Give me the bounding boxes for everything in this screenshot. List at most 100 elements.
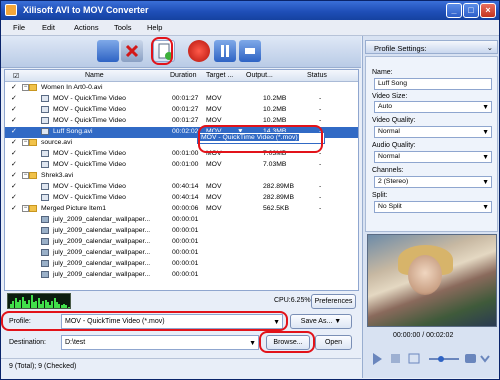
audio-quality-select[interactable]: Normal ▼ (374, 151, 492, 163)
play-icon[interactable] (373, 353, 382, 365)
row-checkbox[interactable]: ✓ (11, 84, 19, 92)
row-name: MOV - QuickTime Video (53, 194, 126, 201)
pause-icon[interactable] (214, 40, 236, 62)
row-checkbox[interactable] (11, 271, 19, 279)
expand-icon[interactable]: − (22, 205, 29, 212)
col-output[interactable]: Output... (246, 72, 273, 79)
split-select[interactable]: No Split ▼ (374, 201, 492, 213)
video-quality-select[interactable]: Normal ▼ (374, 126, 492, 138)
row-status: - (319, 205, 322, 212)
table-row[interactable]: ✓ − Women In Art0-0.avi (5, 83, 358, 94)
channels-select[interactable]: 2 (Stereo) ▼ (374, 176, 492, 188)
row-checkbox[interactable]: ✓ (11, 117, 19, 125)
save-as-label: Save As... (300, 318, 333, 325)
row-name: Luff Song.avi (53, 128, 93, 135)
row-checkbox[interactable]: ✓ (11, 106, 19, 114)
row-checkbox[interactable] (11, 249, 19, 257)
audio-quality-label: Audio Quality: (372, 142, 416, 149)
row-duration: 00:00:01 (172, 271, 199, 278)
chevron-down-icon[interactable] (480, 355, 490, 363)
target-format-option[interactable]: MOV - QuickTime Video (*.mov) (200, 134, 299, 141)
table-row[interactable]: ✓ − Merged Picture Item1 00:00:06 MOV 562.5KB… (5, 204, 358, 215)
table-row[interactable]: july_2009_calendar_wallpaper... 00:00:01 (5, 259, 358, 270)
row-checkbox[interactable] (11, 227, 19, 235)
profile-settings-header: Profile Settings: ⌄ (365, 40, 498, 54)
expand-icon[interactable]: − (22, 84, 29, 91)
row-checkbox[interactable] (11, 238, 19, 246)
table-row[interactable]: ✓ MOV - QuickTime Video 00:40:14 MOV 282.89M… (5, 182, 358, 193)
remove-icon[interactable] (121, 40, 143, 62)
browse-button[interactable]: Browse... (266, 335, 310, 350)
row-name: MOV - QuickTime Video (53, 106, 126, 113)
destination-field[interactable]: D:\test ▼ (61, 335, 259, 350)
row-checkbox[interactable]: ✓ (11, 172, 19, 180)
table-row[interactable]: july_2009_calendar_wallpaper... 00:00:01 (5, 215, 358, 226)
name-input[interactable]: Luff Song (374, 78, 492, 90)
row-checkbox[interactable]: ✓ (11, 161, 19, 169)
fullscreen-icon[interactable] (408, 353, 420, 364)
stop-icon[interactable] (239, 40, 261, 62)
row-target: MOV (206, 161, 222, 168)
table-row[interactable]: july_2009_calendar_wallpaper... 00:00:01 (5, 226, 358, 237)
status-bar: 9 (Total); 9 (Checked) (1, 358, 361, 378)
table-row[interactable]: ✓ MOV - QuickTime Video 00:40:14 MOV 282.89M… (5, 193, 358, 204)
col-status[interactable]: Status (307, 72, 327, 79)
col-name[interactable]: Name (85, 72, 104, 79)
app-window: Xilisoft AVI to MOV Converter _ □ × File… (0, 0, 500, 380)
toolbar (1, 36, 361, 68)
dropdown-arrow-icon: ▼ (482, 104, 489, 111)
expand-icon[interactable]: − (22, 172, 29, 179)
snapshot-icon[interactable] (465, 354, 476, 363)
col-duration[interactable]: Duration (170, 72, 196, 79)
profile-select[interactable]: MOV - QuickTime Video (*.mov) ▼ (61, 314, 283, 329)
row-checkbox[interactable]: ✓ (11, 205, 19, 213)
folder-icon (29, 172, 37, 179)
row-name: Merged Picture Item1 (41, 205, 106, 212)
row-checkbox[interactable]: ✓ (11, 194, 19, 202)
table-row[interactable]: july_2009_calendar_wallpaper... 00:00:01 (5, 237, 358, 248)
menu-help[interactable]: Help (147, 23, 162, 32)
table-row[interactable]: ✓ MOV - QuickTime Video 00:01:27 MOV 10.2MB - (5, 94, 358, 105)
volume-slider[interactable] (429, 356, 459, 362)
close-button[interactable]: × (480, 3, 496, 18)
menu-tools[interactable]: Tools (114, 23, 132, 32)
col-target[interactable]: Target ... (206, 72, 233, 79)
row-name: july_2009_calendar_wallpaper... (53, 249, 151, 256)
record-icon[interactable] (188, 40, 210, 62)
table-row[interactable]: july_2009_calendar_wallpaper... 00:00:01 (5, 270, 358, 281)
channels-label: Channels: (372, 167, 404, 174)
table-row[interactable]: ✓ MOV - QuickTime Video 00:01:27 MOV 10.2MB - (5, 105, 358, 116)
table-row[interactable]: ✓ MOV - QuickTime Video 00:01:00 MOV 7.03MB - (5, 160, 358, 171)
table-row[interactable]: ✓ − Shrek3.avi (5, 171, 358, 182)
add-profile-icon[interactable] (153, 40, 175, 62)
image-icon (41, 227, 49, 234)
target-format-popup[interactable]: MOV - QuickTime Video (*.mov) (197, 132, 325, 144)
table-row[interactable]: july_2009_calendar_wallpaper... 00:00:01 (5, 248, 358, 259)
menu-edit[interactable]: Edit (42, 23, 55, 32)
row-checkbox[interactable]: ✓ (11, 139, 19, 147)
add-file-icon[interactable] (97, 40, 119, 62)
row-duration: 00:01:00 (172, 161, 199, 168)
video-size-select[interactable]: Auto ▼ (374, 101, 492, 113)
video-file-icon (41, 150, 49, 157)
select-all-checkbox[interactable]: ☑ (13, 72, 19, 80)
table-row[interactable]: ✓ MOV - QuickTime Video 00:01:27 MOV 10.2MB - (5, 116, 358, 127)
row-output: 7.03MB (263, 161, 287, 168)
stop-icon[interactable] (391, 354, 400, 363)
maximize-button[interactable]: □ (463, 3, 479, 18)
save-as-button[interactable]: Save As... ▼ (290, 314, 352, 329)
row-checkbox[interactable]: ✓ (11, 150, 19, 158)
open-button[interactable]: Open (315, 335, 352, 350)
row-checkbox[interactable] (11, 216, 19, 224)
row-checkbox[interactable] (11, 260, 19, 268)
preferences-button[interactable]: Preferences (311, 294, 356, 309)
menu-file[interactable]: File (13, 23, 25, 32)
table-row[interactable]: ✓ MOV - QuickTime Video 00:01:00 MOV 7.03MB - (5, 149, 358, 160)
row-checkbox[interactable]: ✓ (11, 183, 19, 191)
menu-actions[interactable]: Actions (74, 23, 99, 32)
row-checkbox[interactable]: ✓ (11, 95, 19, 103)
minimize-button[interactable]: _ (446, 3, 462, 18)
chevron-down-icon[interactable]: ⌄ (487, 43, 493, 52)
expand-icon[interactable]: − (22, 139, 29, 146)
row-checkbox[interactable]: ✓ (11, 128, 19, 136)
